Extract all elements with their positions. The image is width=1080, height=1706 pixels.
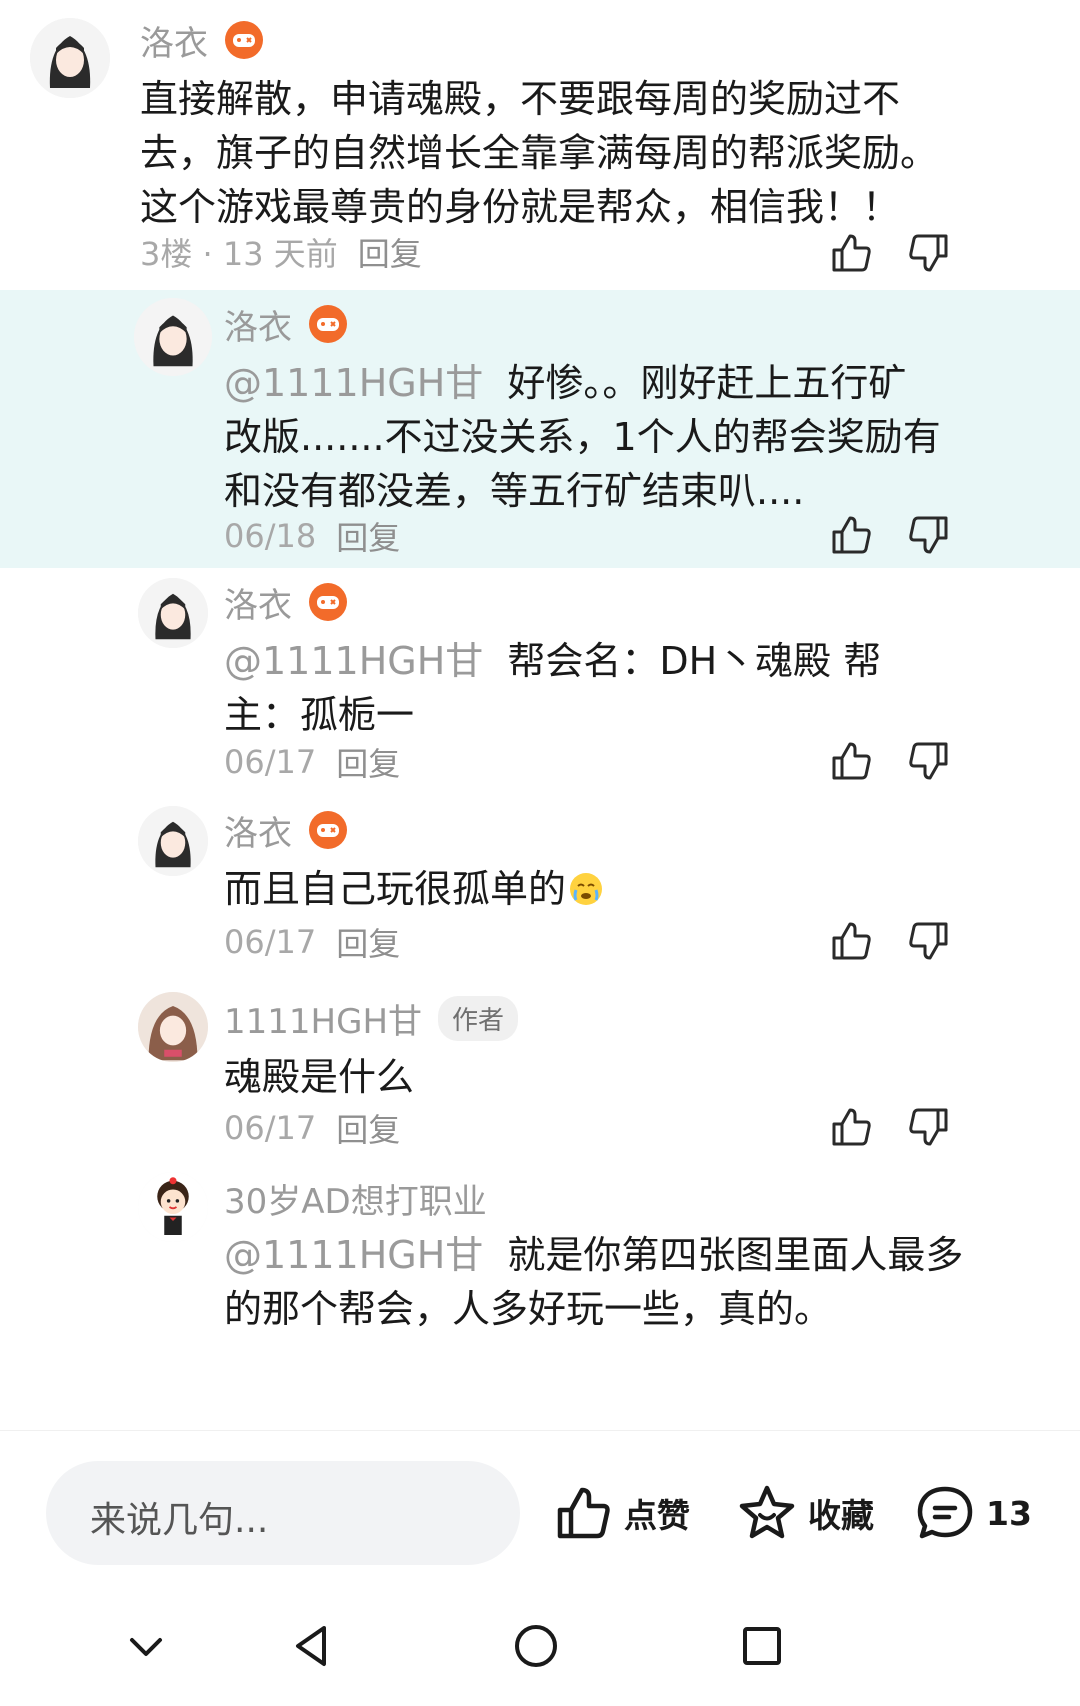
comment-text: @1111HGH甘 就是你第四张图里面人最多的那个帮会，人多好玩一些，真的。 <box>224 1228 964 1336</box>
system-navigation-bar <box>0 1580 1080 1706</box>
author-badge: 作者 <box>438 995 519 1041</box>
thumbs-up-icon[interactable] <box>828 512 874 558</box>
username[interactable]: 洛衣 <box>224 300 292 349</box>
reply-button[interactable]: 回复 <box>358 229 422 275</box>
comment-text: 魂殿是什么 <box>224 1055 415 1099</box>
comment-date: 06/17 <box>224 1109 317 1147</box>
home-circle-icon[interactable] <box>506 1616 566 1676</box>
bottom-action-bar: 来说几句... 点赞 收藏 13 <box>0 1430 1080 1581</box>
comment-date: 06/17 <box>224 923 317 961</box>
recents-square-icon[interactable] <box>732 1616 792 1676</box>
avatar[interactable] <box>134 298 212 376</box>
avatar[interactable] <box>30 18 110 98</box>
avatar[interactable] <box>138 1172 208 1242</box>
username[interactable]: 1111HGH甘 <box>224 994 422 1043</box>
username[interactable]: 洛衣 <box>224 578 292 627</box>
comments-button[interactable]: 13 <box>914 1475 1032 1551</box>
favorite-button[interactable]: 收藏 <box>736 1475 874 1551</box>
comment-count: 13 <box>986 1493 1032 1533</box>
like-button[interactable]: 点赞 <box>552 1475 690 1551</box>
avatar[interactable] <box>138 806 208 876</box>
thumbs-up-icon[interactable] <box>828 1104 874 1150</box>
reply-button[interactable]: 回复 <box>336 513 400 559</box>
thumbs-down-icon[interactable] <box>906 738 952 784</box>
comment-meta: 3楼 · 13 天前 <box>140 235 338 273</box>
reply-comment: 洛衣 @1111HGH甘 帮会名：DH丶魂殿 帮主：孤栀一 06/17 回复 <box>0 568 1080 790</box>
comment-date: 06/18 <box>224 517 317 555</box>
thumbs-up-icon[interactable] <box>828 918 874 964</box>
thumbs-up-icon[interactable] <box>828 738 874 784</box>
comment-text: @1111HGH甘 帮会名：DH丶魂殿 帮主：孤栀一 <box>224 634 954 742</box>
reply-comment: 30岁AD想打职业 @1111HGH甘 就是你第四张图里面人最多的那个帮会，人多好… <box>0 1166 1080 1430</box>
comment-text: 直接解散，申请魂殿，不要跟每周的奖励过不去，旗子的自然增长全靠拿满每周的帮派奖励… <box>140 77 939 229</box>
username[interactable]: 洛衣 <box>224 806 292 855</box>
reply-comment: 1111HGH甘 作者 魂殿是什么 06/17 回复 <box>0 984 1080 1164</box>
game-badge-icon <box>224 20 264 60</box>
avatar[interactable] <box>138 578 208 648</box>
comment-main: 洛衣 直接解散，申请魂殿，不要跟每周的奖励过不去，旗子的自然增长全靠拿满每周的帮… <box>0 0 1080 290</box>
reply-button[interactable]: 回复 <box>336 919 400 965</box>
comment-date: 06/17 <box>224 743 317 781</box>
back-triangle-icon[interactable] <box>282 1616 342 1676</box>
reply-button[interactable]: 回复 <box>336 739 400 785</box>
game-badge-icon <box>308 304 348 344</box>
mention-link[interactable]: @1111HGH甘 <box>224 361 483 405</box>
like-label: 点赞 <box>624 1496 690 1535</box>
username[interactable]: 30岁AD想打职业 <box>224 1174 487 1223</box>
crying-face-emoji-icon <box>566 868 606 908</box>
thumbs-down-icon[interactable] <box>906 230 952 276</box>
comment-body: 而且自己玩很孤单的 <box>224 867 567 911</box>
comment-text: @1111HGH甘 好惨。。刚好赶上五行矿改版.......不过没关系，1个人的帮… <box>224 356 944 518</box>
reply-button[interactable]: 回复 <box>336 1105 400 1151</box>
mention-link[interactable]: @1111HGH甘 <box>224 639 483 683</box>
reply-comment: 洛衣 而且自己玩很孤单的 06/17 回复 <box>0 796 1080 976</box>
thumbs-down-icon[interactable] <box>906 512 952 558</box>
comment-input-placeholder: 来说几句... <box>90 1500 269 1541</box>
comment-text: 而且自己玩很孤单的 <box>224 862 944 916</box>
thumbs-up-icon[interactable] <box>828 230 874 276</box>
thumbs-down-icon[interactable] <box>906 918 952 964</box>
thumbs-down-icon[interactable] <box>906 1104 952 1150</box>
mention-link[interactable]: @1111HGH甘 <box>224 1233 483 1277</box>
favorite-label: 收藏 <box>808 1496 874 1535</box>
chevron-down-icon[interactable] <box>116 1616 176 1676</box>
avatar[interactable] <box>138 992 208 1062</box>
game-badge-icon <box>308 582 348 622</box>
username[interactable]: 洛衣 <box>140 16 208 65</box>
game-badge-icon <box>308 810 348 850</box>
star-icon <box>736 1482 798 1544</box>
comment-input[interactable]: 来说几句... <box>46 1461 520 1565</box>
thumbs-up-icon <box>552 1482 614 1544</box>
comment-bubble-icon <box>914 1482 976 1544</box>
reply-comment: 洛衣 @1111HGH甘 好惨。。刚好赶上五行矿改版.......不过没关系，1个… <box>0 290 1080 568</box>
